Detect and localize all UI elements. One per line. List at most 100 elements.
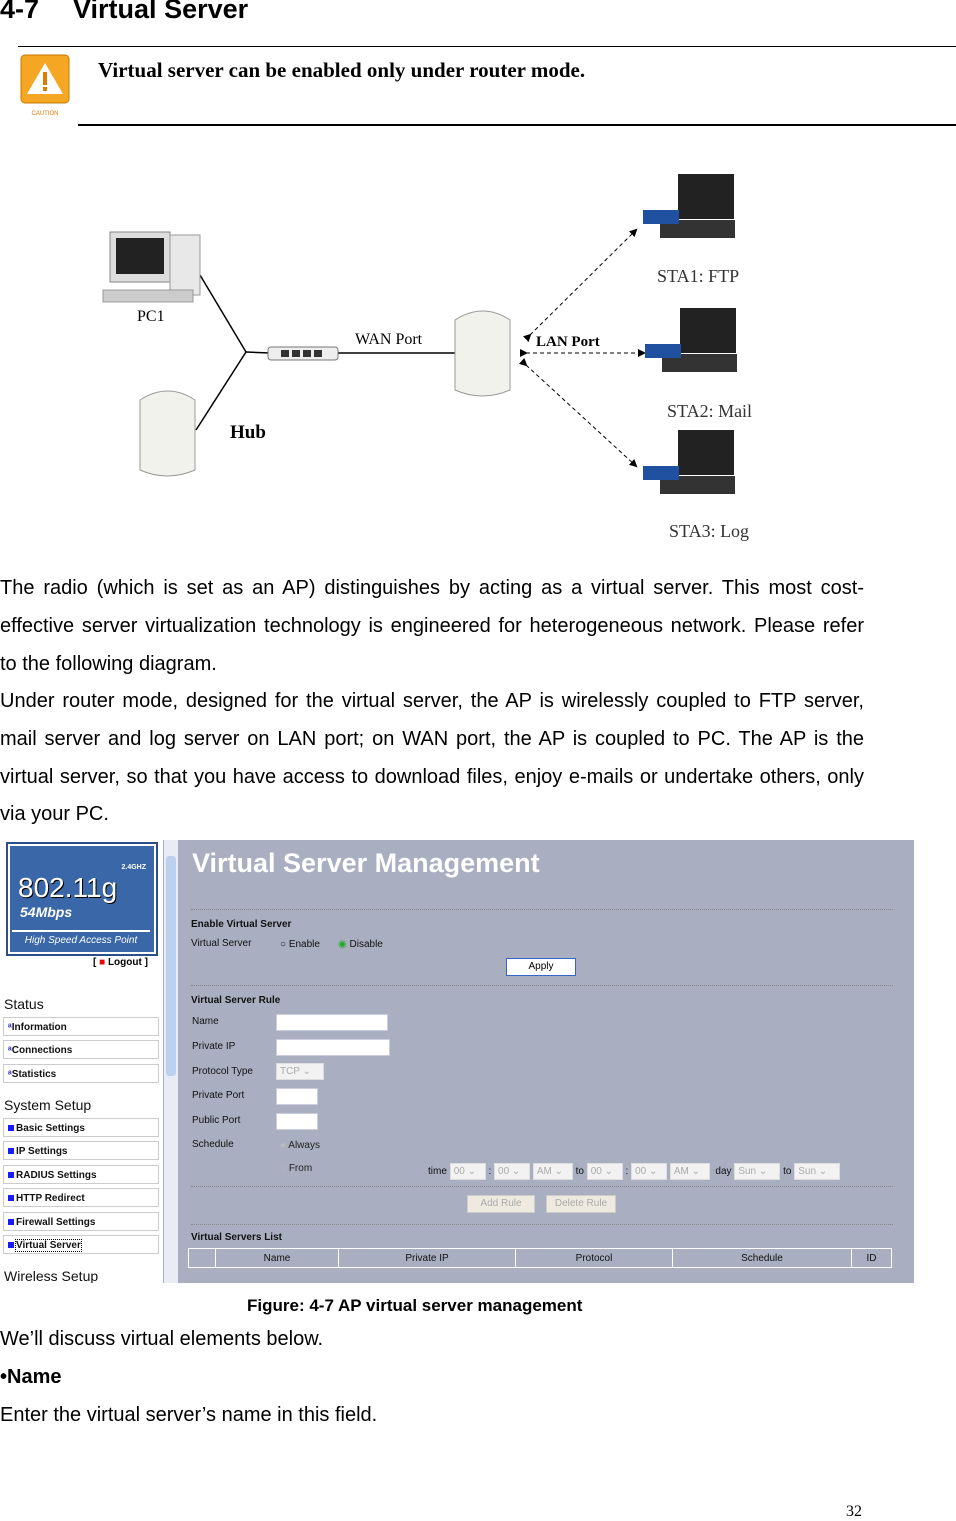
menu-information[interactable]: ᵃInformation	[3, 1017, 159, 1036]
divider	[191, 1186, 893, 1187]
protocol-select[interactable]: TCP ⌄	[276, 1063, 324, 1080]
web-ui-screenshot: 2.4GHZ 802.11g 54Mbps High Speed Access …	[0, 840, 914, 1283]
end-ampm-select[interactable]: AM ⌄	[669, 1163, 710, 1180]
protocol-value: TCP	[280, 1066, 300, 1077]
network-diagram	[102, 174, 737, 494]
menu-label: Connections	[11, 1045, 73, 1056]
disable-radio[interactable]: ◉ Disable	[338, 939, 383, 950]
start-ampm-select[interactable]: AM ⌄	[532, 1163, 573, 1180]
enable-radio[interactable]: ○ Enable	[280, 939, 320, 950]
sidebar-scrollbar[interactable]	[164, 840, 178, 1283]
wan-label: WAN Port	[355, 331, 423, 348]
section-heading: 4-7 Virtual Server	[0, 0, 282, 25]
page-title: Virtual Server Management	[192, 848, 540, 878]
enable-label: Enable	[288, 939, 320, 950]
virtual-servers-table: Name Private IP Protocol Schedule ID	[188, 1248, 892, 1268]
logo-tagline: High Speed Access Point	[12, 930, 150, 946]
page-number: 32	[846, 1503, 862, 1520]
select-value: Sun	[738, 1166, 757, 1177]
column-select	[188, 1248, 216, 1268]
hub-access-point-icon	[139, 390, 196, 477]
divider	[191, 985, 893, 986]
disable-label: Disable	[349, 939, 383, 950]
select-value: Sun	[798, 1166, 817, 1177]
logo-rate: 54Mbps	[20, 904, 73, 920]
menu-statistics[interactable]: ᵃStatistics	[3, 1064, 159, 1083]
end-day-select[interactable]: Sun ⌄	[794, 1163, 841, 1180]
delete-rule-button[interactable]: Delete Rule	[546, 1195, 616, 1213]
menu-label: Statistics	[11, 1069, 57, 1080]
start-day-select[interactable]: Sun ⌄	[734, 1163, 781, 1180]
menu-label: IP Settings	[16, 1146, 68, 1157]
start-minute-select[interactable]: 00 ⌄	[494, 1163, 531, 1180]
paragraph: The radio (which is set as an AP) distin…	[0, 577, 864, 675]
bullet-icon	[8, 1125, 14, 1131]
logout-link[interactable]: [ ■ Logout ]	[93, 957, 148, 968]
menu-basic-settings[interactable]: Basic Settings	[3, 1118, 159, 1137]
laptop-icons	[643, 174, 737, 494]
menu-ip-settings[interactable]: IP Settings	[3, 1141, 159, 1160]
hub-label: Hub	[230, 422, 266, 443]
divider	[18, 46, 956, 47]
menu-label: Information	[11, 1022, 67, 1033]
start-hour-select[interactable]: 00 ⌄	[449, 1163, 486, 1180]
menu-radius-settings[interactable]: RADIUS Settings	[3, 1165, 159, 1184]
apply-button[interactable]: Apply	[506, 958, 576, 976]
to-label: to	[575, 1166, 584, 1177]
scrollbar-thumb[interactable]	[166, 856, 176, 1076]
section-number: 4-7	[0, 0, 40, 24]
menu-label: Basic Settings	[16, 1123, 85, 1134]
day-label: day	[715, 1166, 732, 1177]
divider	[191, 1224, 893, 1225]
logo-band: 2.4GHZ	[121, 864, 146, 871]
access-point-icon	[454, 310, 511, 397]
time-schedule-row: time 00 ⌄ : 00 ⌄ AM ⌄ to 00 ⌄ : 00 ⌄ AM …	[428, 1163, 841, 1180]
private-ip-input[interactable]	[276, 1039, 390, 1056]
select-value: 00	[498, 1166, 510, 1177]
name-input[interactable]	[276, 1014, 388, 1031]
menu-label: RADIUS Settings	[16, 1170, 97, 1181]
menu-http-redirect[interactable]: HTTP Redirect	[3, 1188, 159, 1207]
logout-label: Logout	[107, 957, 142, 968]
bullet-heading: •Name	[0, 1366, 62, 1388]
public-port-label: Public Port	[192, 1115, 241, 1126]
logout-icon: ■	[99, 957, 106, 968]
public-port-input[interactable]	[276, 1113, 318, 1130]
bullet-icon	[8, 1195, 14, 1201]
paragraph: Under router mode, designed for the virt…	[0, 690, 864, 826]
caution-icon: CAUTION	[20, 54, 70, 117]
enable-section-title: Enable Virtual Server	[191, 919, 292, 930]
from-radio[interactable]: ○ From	[280, 1163, 312, 1174]
bullet-icon	[8, 1219, 14, 1225]
column-name: Name	[215, 1248, 339, 1268]
schedule-label: Schedule	[192, 1139, 234, 1150]
pc-label: PC1	[137, 308, 165, 325]
menu-label: Firewall Settings	[16, 1217, 96, 1228]
select-value: AM	[536, 1166, 552, 1177]
sta1-label: STA1: FTP	[657, 266, 740, 286]
to-label: to	[783, 1166, 792, 1177]
menu-label: Virtual Server	[15, 1239, 82, 1252]
from-label: From	[288, 1163, 313, 1174]
add-rule-button[interactable]: Add Rule	[467, 1195, 535, 1213]
end-hour-select[interactable]: 00 ⌄	[586, 1163, 623, 1180]
divider	[191, 909, 893, 910]
sidebar: 2.4GHZ 802.11g 54Mbps High Speed Access …	[0, 840, 163, 1283]
private-port-input[interactable]	[276, 1088, 318, 1105]
menu-firewall-settings[interactable]: Firewall Settings	[3, 1212, 159, 1231]
protocol-type-label: Protocol Type	[192, 1066, 253, 1077]
end-minute-select[interactable]: 00 ⌄	[631, 1163, 668, 1180]
private-port-label: Private Port	[192, 1090, 245, 1101]
wireless-setup-heading: Wireless Setup	[4, 1268, 99, 1283]
divider	[78, 124, 956, 126]
lan-label: LAN Port	[536, 334, 600, 350]
always-radio[interactable]: ● Always	[280, 1140, 320, 1151]
section-title: Virtual Server	[73, 0, 249, 24]
virtual-server-label: Virtual Server	[191, 938, 252, 949]
menu-virtual-server[interactable]: Virtual Server	[3, 1235, 159, 1254]
menu-connections[interactable]: ᵃConnections	[3, 1040, 159, 1059]
paragraph: We’ll discuss virtual elements below.	[0, 1328, 324, 1350]
name-label: Name	[192, 1016, 219, 1027]
select-value: 00	[453, 1166, 465, 1177]
column-schedule: Schedule	[672, 1248, 852, 1268]
